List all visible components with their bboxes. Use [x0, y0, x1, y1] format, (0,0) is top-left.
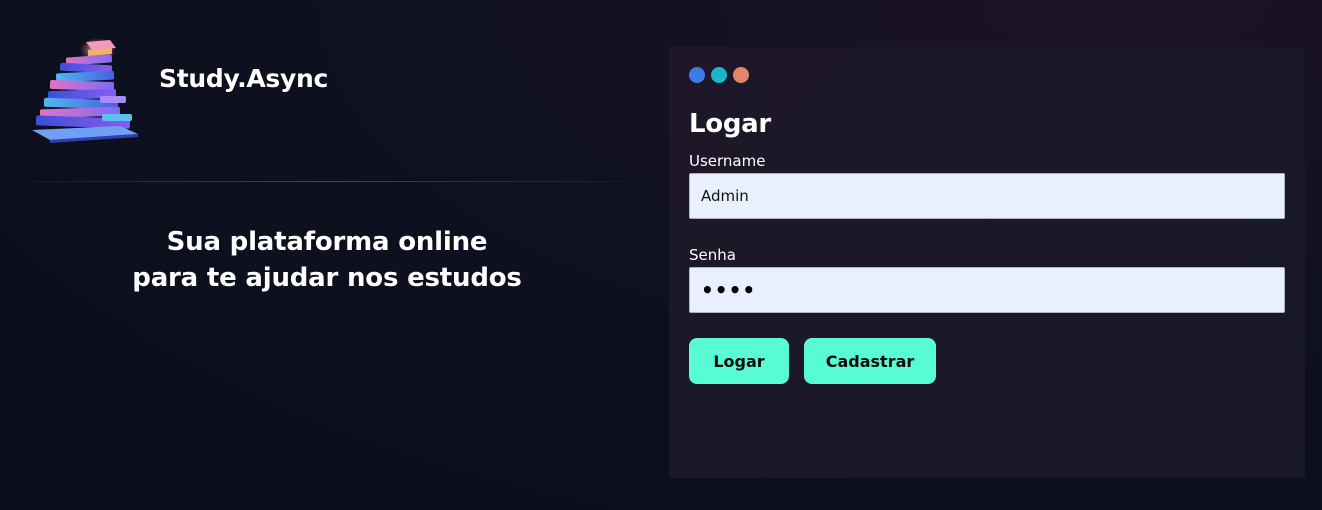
- login-card: Logar Username Admin Senha •••• Logar Ca…: [669, 47, 1305, 478]
- login-title: Logar: [689, 109, 771, 139]
- hero-panel: Study.Async Sua plataforma online para t…: [0, 0, 660, 510]
- window-dots: [689, 67, 749, 83]
- password-input[interactable]: ••••: [689, 267, 1285, 313]
- password-value: ••••: [701, 278, 757, 302]
- login-button[interactable]: Logar: [689, 338, 789, 384]
- tagline: Sua plataforma online para te ajudar nos…: [0, 224, 654, 296]
- username-value: Admin: [701, 187, 749, 205]
- orange-dot-icon: [733, 67, 749, 83]
- brand: Study.Async: [30, 36, 328, 146]
- blue-dot-icon: [689, 67, 705, 83]
- username-input[interactable]: Admin: [689, 173, 1285, 219]
- book-stack-icon: [32, 38, 138, 143]
- tagline-line-2: para te ajudar nos estudos: [132, 263, 522, 293]
- username-label: Username: [689, 152, 766, 170]
- tagline-line-1: Sua plataforma online: [166, 227, 488, 257]
- brand-name: Study.Async: [159, 64, 328, 93]
- divider: [28, 181, 628, 182]
- teal-dot-icon: [711, 67, 727, 83]
- password-label: Senha: [689, 246, 736, 264]
- register-button[interactable]: Cadastrar: [804, 338, 936, 384]
